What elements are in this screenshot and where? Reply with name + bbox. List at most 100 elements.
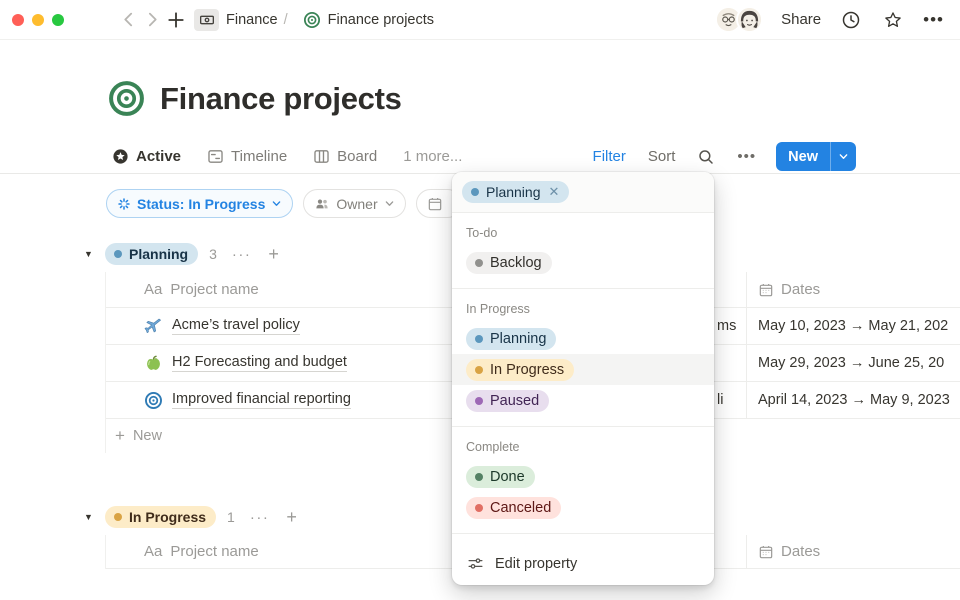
project-title[interactable]: Improved financial reporting [172, 391, 351, 409]
dropdown-section-in-progress: In Progress Planning In Progress Paused [452, 289, 714, 427]
spinner-icon [117, 197, 131, 211]
status-filter-dropdown: Planning ✕ To-do Backlog In Progress Pla… [452, 172, 714, 585]
group-collapse-toggle[interactable]: ▼ [84, 249, 96, 259]
green-apple-icon [144, 354, 163, 373]
new-button-chevron-icon[interactable] [831, 142, 856, 171]
share-button[interactable]: Share [781, 11, 821, 28]
target-icon [300, 8, 324, 32]
tab-active-view[interactable]: Active [112, 148, 181, 165]
view-options-icon[interactable]: ••• [737, 148, 756, 165]
project-title[interactable]: Acme’s travel policy [172, 317, 300, 335]
option-canceled[interactable]: Canceled [452, 492, 714, 523]
text-property-icon: Aa [144, 281, 162, 298]
sidebar-toggle-icon[interactable] [86, 8, 106, 32]
owner-filter-label: Owner [336, 196, 377, 212]
tab-board-view[interactable]: Board [313, 148, 377, 165]
zoom-window-button[interactable] [52, 14, 64, 26]
new-button[interactable]: New [776, 142, 856, 171]
nav-back-icon[interactable] [116, 8, 140, 32]
close-window-button[interactable] [12, 14, 24, 26]
hidden-column-fragment: li [717, 382, 723, 418]
new-page-plus-icon[interactable] [164, 8, 188, 32]
group-add-row-icon[interactable]: + [286, 507, 297, 528]
status-filter-chip[interactable]: Status: In Progress [106, 189, 293, 218]
breadcrumb-parent[interactable]: Finance [226, 12, 278, 28]
option-paused[interactable]: Paused [452, 385, 714, 416]
option-label: Backlog [490, 255, 542, 271]
group-status-pill-in-progress[interactable]: In Progress [105, 506, 216, 528]
edit-property-button[interactable]: Edit property [452, 542, 714, 585]
group-options-icon[interactable]: ··· [232, 246, 252, 263]
option-planning[interactable]: Planning [452, 323, 714, 354]
avatar[interactable] [736, 6, 763, 33]
airplane-icon [144, 317, 163, 336]
calendar-icon [758, 282, 774, 298]
group-label: Planning [129, 246, 188, 262]
tab-board-label: Board [337, 148, 377, 165]
project-title[interactable]: H2 Forecasting and budget [172, 354, 347, 372]
sliders-icon [467, 555, 484, 572]
text-property-icon: Aa [144, 543, 162, 560]
remove-chip-icon[interactable]: ✕ [549, 184, 560, 200]
option-backlog[interactable]: Backlog [452, 247, 714, 278]
new-button-label[interactable]: New [776, 142, 830, 171]
status-filter-label: Status: In Progress [137, 196, 265, 212]
breadcrumb-current[interactable]: Finance projects [328, 12, 434, 28]
starred-view-icon [112, 148, 129, 165]
option-done[interactable]: Done [452, 461, 714, 492]
dropdown-section-todo: To-do Backlog [452, 213, 714, 289]
dates-cell[interactable]: May 10, 2023 → May 21, 202 [758, 308, 948, 344]
dropdown-section-complete: Complete Done Canceled [452, 427, 714, 534]
timeline-view-icon [207, 148, 224, 165]
tab-timeline-view[interactable]: Timeline [207, 148, 287, 165]
page-icon-target[interactable] [108, 80, 145, 117]
collaborator-avatars [715, 6, 763, 33]
group-add-row-icon[interactable]: + [268, 244, 279, 265]
edit-property-label: Edit property [495, 556, 577, 572]
people-icon [314, 196, 330, 212]
finance-page-icon[interactable] [194, 9, 219, 31]
page-title[interactable]: Finance projects [160, 81, 402, 117]
dates-cell[interactable]: May 29, 2023 → June 25, 20 [758, 345, 944, 381]
section-title: To-do [452, 217, 714, 247]
dates-header-label: Dates [781, 281, 820, 298]
minimize-window-button[interactable] [32, 14, 44, 26]
filter-link[interactable]: Filter [593, 148, 626, 165]
column-header-project-name[interactable]: Project name [170, 543, 258, 560]
group-count: 1 [227, 509, 235, 525]
nav-forward-icon[interactable] [140, 8, 164, 32]
traffic-lights [12, 14, 64, 26]
favorite-star-icon[interactable] [881, 8, 905, 32]
updates-clock-icon[interactable] [839, 8, 863, 32]
plus-icon: + [115, 426, 125, 446]
option-label: Planning [490, 331, 546, 347]
search-icon[interactable] [697, 148, 715, 166]
group-collapse-toggle[interactable]: ▼ [84, 512, 96, 522]
more-views-link[interactable]: 1 more... [403, 148, 462, 165]
owner-filter-chip[interactable]: Owner [303, 189, 405, 218]
sort-link[interactable]: Sort [648, 148, 676, 165]
group-status-pill-planning[interactable]: Planning [105, 243, 198, 265]
group-count: 3 [209, 246, 217, 262]
column-header-dates[interactable]: Dates [758, 535, 820, 568]
group-options-icon[interactable]: ··· [250, 509, 270, 526]
option-label: Done [490, 469, 525, 485]
bullseye-icon [144, 391, 163, 410]
calendar-icon [427, 196, 443, 212]
section-title: Complete [452, 431, 714, 461]
column-header-project-name[interactable]: Project name [170, 281, 258, 298]
more-options-icon[interactable]: ••• [923, 10, 944, 30]
column-header-dates[interactable]: Dates [758, 272, 820, 307]
group-label: In Progress [129, 509, 206, 525]
chevron-down-icon [384, 198, 395, 209]
board-view-icon [313, 148, 330, 165]
calendar-icon [758, 544, 774, 560]
tab-active-label: Active [136, 148, 181, 165]
window-toolbar: Finance / Finance projects Share ••• [0, 0, 960, 40]
selected-status-label: Planning [486, 184, 541, 200]
tab-timeline-label: Timeline [231, 148, 287, 165]
option-in-progress[interactable]: In Progress [452, 354, 714, 385]
view-tabs-bar: Active Timeline Board 1 more... Filter S… [0, 140, 960, 174]
selected-status-chip[interactable]: Planning ✕ [462, 181, 569, 203]
dates-cell[interactable]: April 14, 2023 → May 9, 2023 [758, 382, 950, 418]
